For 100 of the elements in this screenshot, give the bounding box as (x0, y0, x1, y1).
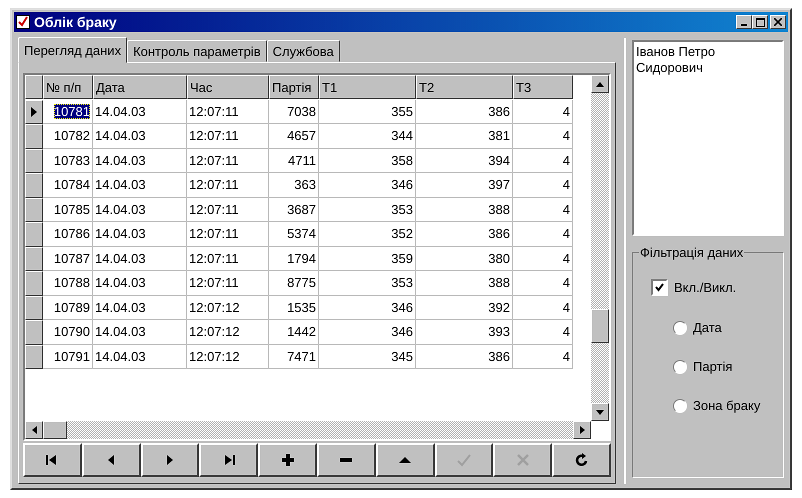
cell-text: 10786 (54, 226, 90, 242)
window-title: Облік браку (34, 14, 118, 30)
radio-label: Партія (693, 359, 732, 374)
cell-text: 12:07:11 (189, 226, 239, 242)
cell-text: 4657 (287, 128, 316, 144)
cell-text: 14.04.03 (95, 300, 146, 315)
plus-icon (280, 452, 296, 468)
cell-text: 10783 (54, 152, 90, 168)
cell-text: 10787 (54, 250, 90, 266)
cell-text: 386 (488, 348, 510, 364)
radio-button[interactable] (673, 320, 687, 334)
column-header[interactable]: Партія (269, 75, 319, 99)
cell-text: 14.04.03 (95, 348, 146, 364)
cell-text: 12:07:12 (189, 300, 240, 315)
cell-text: 12:07:11 (189, 128, 239, 144)
tab[interactable]: Службова (266, 40, 340, 62)
scroll-thumb[interactable] (43, 421, 67, 439)
cross-icon (514, 452, 531, 468)
column-header[interactable]: T1 (319, 75, 416, 99)
cell-text: 14.04.03 (95, 128, 146, 144)
refresh-icon (574, 452, 590, 468)
down-triangle-icon (596, 410, 604, 414)
cell-text: 12:07:11 (189, 250, 239, 266)
scroll-down-button[interactable] (591, 403, 609, 421)
navigator-button[interactable] (23, 443, 82, 477)
cell-text: 12:07:12 (189, 324, 240, 340)
radio-button[interactable] (673, 398, 687, 412)
cell-text: 8775 (287, 275, 316, 290)
navigator-button[interactable] (258, 443, 317, 477)
cell-text: 7038 (287, 104, 316, 119)
navigator-button[interactable] (82, 443, 141, 477)
column-header[interactable]: T3 (513, 75, 573, 99)
scroll-thumb[interactable] (591, 309, 609, 343)
cell-text: 10790 (54, 324, 90, 340)
cell-text: 14.04.03 (95, 226, 146, 242)
tab[interactable]: Контроль параметрів (127, 40, 267, 62)
cell-text: 393 (488, 324, 510, 340)
navigator-button[interactable] (316, 443, 376, 477)
column-header[interactable]: T2 (416, 75, 513, 99)
radio-button[interactable] (673, 360, 687, 374)
navigator-button[interactable] (552, 443, 611, 477)
cell-text: 394 (488, 152, 510, 168)
cell-text: 12:07:11 (189, 152, 239, 168)
navigator-button[interactable] (140, 443, 200, 477)
tab[interactable]: Перегляд даних (18, 37, 128, 63)
column-header[interactable]: № п/п (43, 75, 93, 99)
close-icon (774, 18, 782, 26)
scroll-up-button[interactable] (591, 75, 609, 93)
maximize-button[interactable] (752, 15, 768, 29)
cell-text: 1535 (287, 300, 316, 315)
cell-text: 14.04.03 (95, 152, 146, 168)
cell-text: 346 (391, 324, 413, 340)
cell-text: 4 (562, 226, 570, 242)
cell-text: 14.04.03 (95, 202, 146, 217)
cell-text: 12:07:11 (189, 104, 239, 119)
column-header[interactable]: Час (187, 75, 269, 99)
radio-label: Зона браку (693, 398, 760, 413)
cell-text: 4 (562, 202, 570, 217)
checkbox[interactable] (651, 279, 668, 296)
cell-text: 10789 (54, 300, 90, 315)
navigator-button[interactable] (199, 443, 258, 477)
checkbox-label: Вкл./Викл. (674, 280, 736, 295)
scroll-left-button[interactable] (25, 421, 43, 439)
cell-text: 388 (488, 275, 510, 290)
cell-text: 14.04.03 (95, 250, 146, 266)
group-title: Фільтрація даних (639, 245, 744, 260)
left-triangle-icon (32, 426, 36, 434)
cell-text: 353 (391, 202, 413, 217)
scroll-right-button[interactable] (573, 421, 591, 439)
cell-text: 355 (391, 104, 413, 119)
navigator-button[interactable] (376, 443, 435, 477)
cell-text: 352 (391, 226, 413, 242)
cell-text: 363 (294, 177, 316, 192)
vertical-scrollbar[interactable] (591, 75, 609, 421)
name-memo-field[interactable]: Іванов Петро Сидорович (632, 40, 784, 236)
cell-text: 386 (488, 226, 510, 242)
cell-text: 12:07:12 (189, 348, 240, 364)
minimize-button[interactable] (736, 15, 752, 29)
radio-label: Дата (693, 320, 722, 335)
checkbox-icon (16, 15, 30, 29)
cell-text: 4 (562, 348, 570, 364)
cell-text: 14.04.03 (95, 324, 146, 340)
column-header[interactable]: Дата (93, 75, 187, 99)
cell-text: 397 (488, 177, 510, 192)
up-triangle-icon (596, 82, 604, 86)
horizontal-scrollbar[interactable] (25, 421, 591, 439)
cell-text: 4 (562, 250, 570, 266)
cell-text: 4 (562, 275, 570, 290)
close-button[interactable] (770, 15, 786, 29)
cell-text: 4 (562, 152, 570, 168)
cell-text: 388 (488, 202, 510, 217)
cell-text: 3687 (287, 202, 316, 217)
cell-text: 12:07:11 (189, 275, 239, 290)
current-row-icon (31, 106, 37, 117)
cell-text: 10781 (54, 104, 90, 119)
checkmark-icon (456, 452, 472, 468)
cell-text: 4 (562, 104, 570, 119)
cell-text: 4 (562, 324, 570, 340)
cell-text: 4711 (288, 152, 316, 168)
cell-text: 381 (488, 128, 510, 144)
